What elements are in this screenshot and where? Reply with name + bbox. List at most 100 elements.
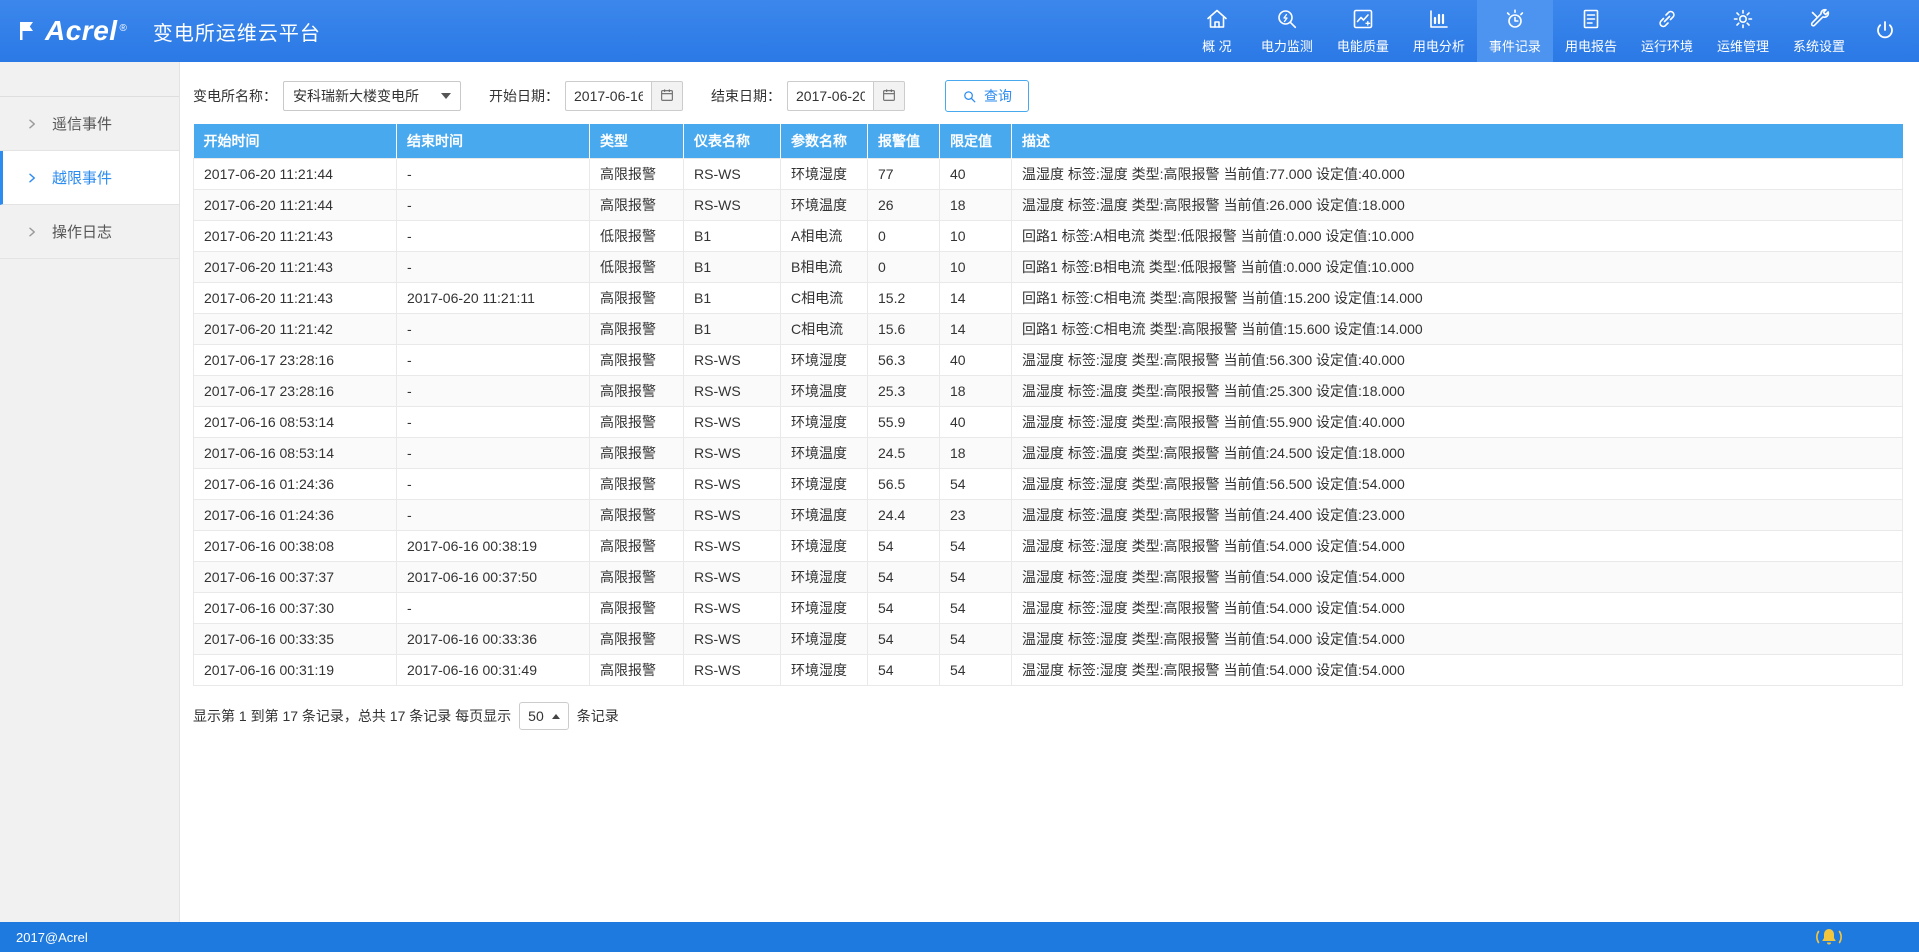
- start-date-group: [565, 81, 683, 111]
- nav-item-label: 运行环境: [1641, 36, 1693, 55]
- table-cell: 54: [940, 562, 1012, 593]
- pagination-unit: 条记录: [577, 706, 619, 726]
- table-cell: 2017-06-16 00:38:08: [194, 531, 397, 562]
- column-header-0[interactable]: 开始时间: [194, 124, 397, 159]
- power-button[interactable]: [1857, 0, 1919, 62]
- top-header: Acrel ® 变电所运维云平台 概 况电力监测电能质量用电分析事件记录用电报告…: [0, 0, 1919, 62]
- nav-item-6[interactable]: 运行环境: [1629, 0, 1705, 62]
- table-cell: 2017-06-16 00:33:35: [194, 624, 397, 655]
- table-cell: -: [397, 190, 590, 221]
- column-header-2[interactable]: 类型: [590, 124, 684, 159]
- logo-text: Acrel: [45, 17, 118, 45]
- nav-item-0[interactable]: 概 况: [1185, 0, 1249, 62]
- table-cell: RS-WS: [684, 624, 781, 655]
- chevron-right-icon: [26, 118, 38, 130]
- table-cell: 回路1 标签:A相电流 类型:低限报警 当前值:0.000 设定值:10.000: [1012, 221, 1903, 252]
- substation-select[interactable]: 安科瑞新大楼变电所: [283, 81, 461, 111]
- sidebar: 遥信事件越限事件操作日志: [0, 62, 180, 922]
- table-cell: 温湿度 标签:湿度 类型:高限报警 当前值:54.000 设定值:54.000: [1012, 531, 1903, 562]
- column-header-1[interactable]: 结束时间: [397, 124, 590, 159]
- table-cell: 10: [940, 252, 1012, 283]
- nav-item-7[interactable]: 运维管理: [1705, 0, 1781, 62]
- nav-item-4[interactable]: 事件记录: [1477, 0, 1553, 62]
- table-cell: 56.5: [868, 469, 940, 500]
- table-cell: 回路1 标签:B相电流 类型:低限报警 当前值:0.000 设定值:10.000: [1012, 252, 1903, 283]
- nav-item-3[interactable]: 用电分析: [1401, 0, 1477, 62]
- page-size-select[interactable]: 50: [519, 702, 569, 730]
- settings-icon: [1807, 7, 1831, 31]
- table-cell: 18: [940, 438, 1012, 469]
- column-header-6[interactable]: 限定值: [940, 124, 1012, 159]
- column-header-4[interactable]: 参数名称: [781, 124, 868, 159]
- nav-item-label: 事件记录: [1489, 36, 1541, 55]
- table-cell: 高限报警: [590, 283, 684, 314]
- table-cell: 温湿度 标签:温度 类型:高限报警 当前值:25.300 设定值:18.000: [1012, 376, 1903, 407]
- query-button[interactable]: 查询: [945, 80, 1029, 112]
- table-cell: B1: [684, 221, 781, 252]
- table-row: 2017-06-16 08:53:14-高限报警RS-WS环境温度24.518温…: [194, 438, 1903, 469]
- table-cell: RS-WS: [684, 407, 781, 438]
- sidebar-item-2[interactable]: 操作日志: [0, 205, 179, 259]
- table-row: 2017-06-16 00:38:082017-06-16 00:38:19高限…: [194, 531, 1903, 562]
- table-cell: 温湿度 标签:温度 类型:高限报警 当前值:26.000 设定值:18.000: [1012, 190, 1903, 221]
- nav-item-5[interactable]: 用电报告: [1553, 0, 1629, 62]
- column-header-7[interactable]: 描述: [1012, 124, 1903, 159]
- nav-item-8[interactable]: 系统设置: [1781, 0, 1857, 62]
- table-cell: 0: [868, 252, 940, 283]
- table-cell: 2017-06-16 00:31:19: [194, 655, 397, 686]
- table-header-row: 开始时间结束时间类型仪表名称参数名称报警值限定值描述: [194, 124, 1903, 159]
- table-cell: 56.3: [868, 345, 940, 376]
- table-row: 2017-06-20 11:21:42-高限报警B1C相电流15.614回路1 …: [194, 314, 1903, 345]
- table-cell: 2017-06-16 00:37:30: [194, 593, 397, 624]
- table-cell: RS-WS: [684, 376, 781, 407]
- end-date-label: 结束日期：: [711, 86, 781, 106]
- table-cell: 环境温度: [781, 500, 868, 531]
- table-cell: 温湿度 标签:湿度 类型:高限报警 当前值:56.300 设定值:40.000: [1012, 345, 1903, 376]
- table-cell: 温湿度 标签:湿度 类型:高限报警 当前值:54.000 设定值:54.000: [1012, 655, 1903, 686]
- sidebar-item-label: 越限事件: [52, 167, 112, 188]
- end-date-calendar-button[interactable]: [873, 81, 905, 111]
- nav-item-label: 用电分析: [1413, 36, 1465, 55]
- table-cell: 环境湿度: [781, 531, 868, 562]
- table-cell: 2017-06-16 00:38:19: [397, 531, 590, 562]
- nav-item-2[interactable]: 电能质量: [1325, 0, 1401, 62]
- table-row: 2017-06-16 01:24:36-高限报警RS-WS环境温度24.423温…: [194, 500, 1903, 531]
- sidebar-item-1[interactable]: 越限事件: [0, 151, 179, 205]
- sidebar-item-0[interactable]: 遥信事件: [0, 97, 179, 151]
- substation-select-value: 安科瑞新大楼变电所: [293, 86, 419, 106]
- table-cell: 回路1 标签:C相电流 类型:高限报警 当前值:15.200 设定值:14.00…: [1012, 283, 1903, 314]
- nav-item-label: 概 况: [1202, 36, 1232, 55]
- power-icon: [1873, 19, 1897, 43]
- table-cell: B1: [684, 283, 781, 314]
- table-cell: -: [397, 593, 590, 624]
- column-header-5[interactable]: 报警值: [868, 124, 940, 159]
- table-cell: RS-WS: [684, 500, 781, 531]
- table-cell: RS-WS: [684, 562, 781, 593]
- start-date-calendar-button[interactable]: [651, 81, 683, 111]
- start-date-input[interactable]: [565, 81, 651, 111]
- table-row: 2017-06-16 00:31:192017-06-16 00:31:49高限…: [194, 655, 1903, 686]
- table-cell: RS-WS: [684, 159, 781, 190]
- table-row: 2017-06-17 23:28:16-高限报警RS-WS环境温度25.318温…: [194, 376, 1903, 407]
- table-cell: 高限报警: [590, 593, 684, 624]
- table-cell: 高限报警: [590, 562, 684, 593]
- table-cell: 环境湿度: [781, 469, 868, 500]
- table-cell: C相电流: [781, 283, 868, 314]
- table-cell: -: [397, 376, 590, 407]
- table-cell: 14: [940, 283, 1012, 314]
- table-cell: -: [397, 252, 590, 283]
- table-cell: 2017-06-16 01:24:36: [194, 500, 397, 531]
- table-cell: 55.9: [868, 407, 940, 438]
- calendar-icon: [881, 87, 897, 106]
- table-cell: 高限报警: [590, 438, 684, 469]
- end-date-input[interactable]: [787, 81, 873, 111]
- registered-mark: ®: [120, 23, 127, 34]
- table-cell: 40: [940, 407, 1012, 438]
- column-header-3[interactable]: 仪表名称: [684, 124, 781, 159]
- table-cell: 高限报警: [590, 500, 684, 531]
- notification-bell-icon[interactable]: [1815, 924, 1843, 950]
- nav-item-1[interactable]: 电力监测: [1249, 0, 1325, 62]
- event-record-icon: [1503, 7, 1527, 31]
- sidebar-item-label: 遥信事件: [52, 113, 112, 134]
- acrel-logo-icon: [16, 19, 40, 43]
